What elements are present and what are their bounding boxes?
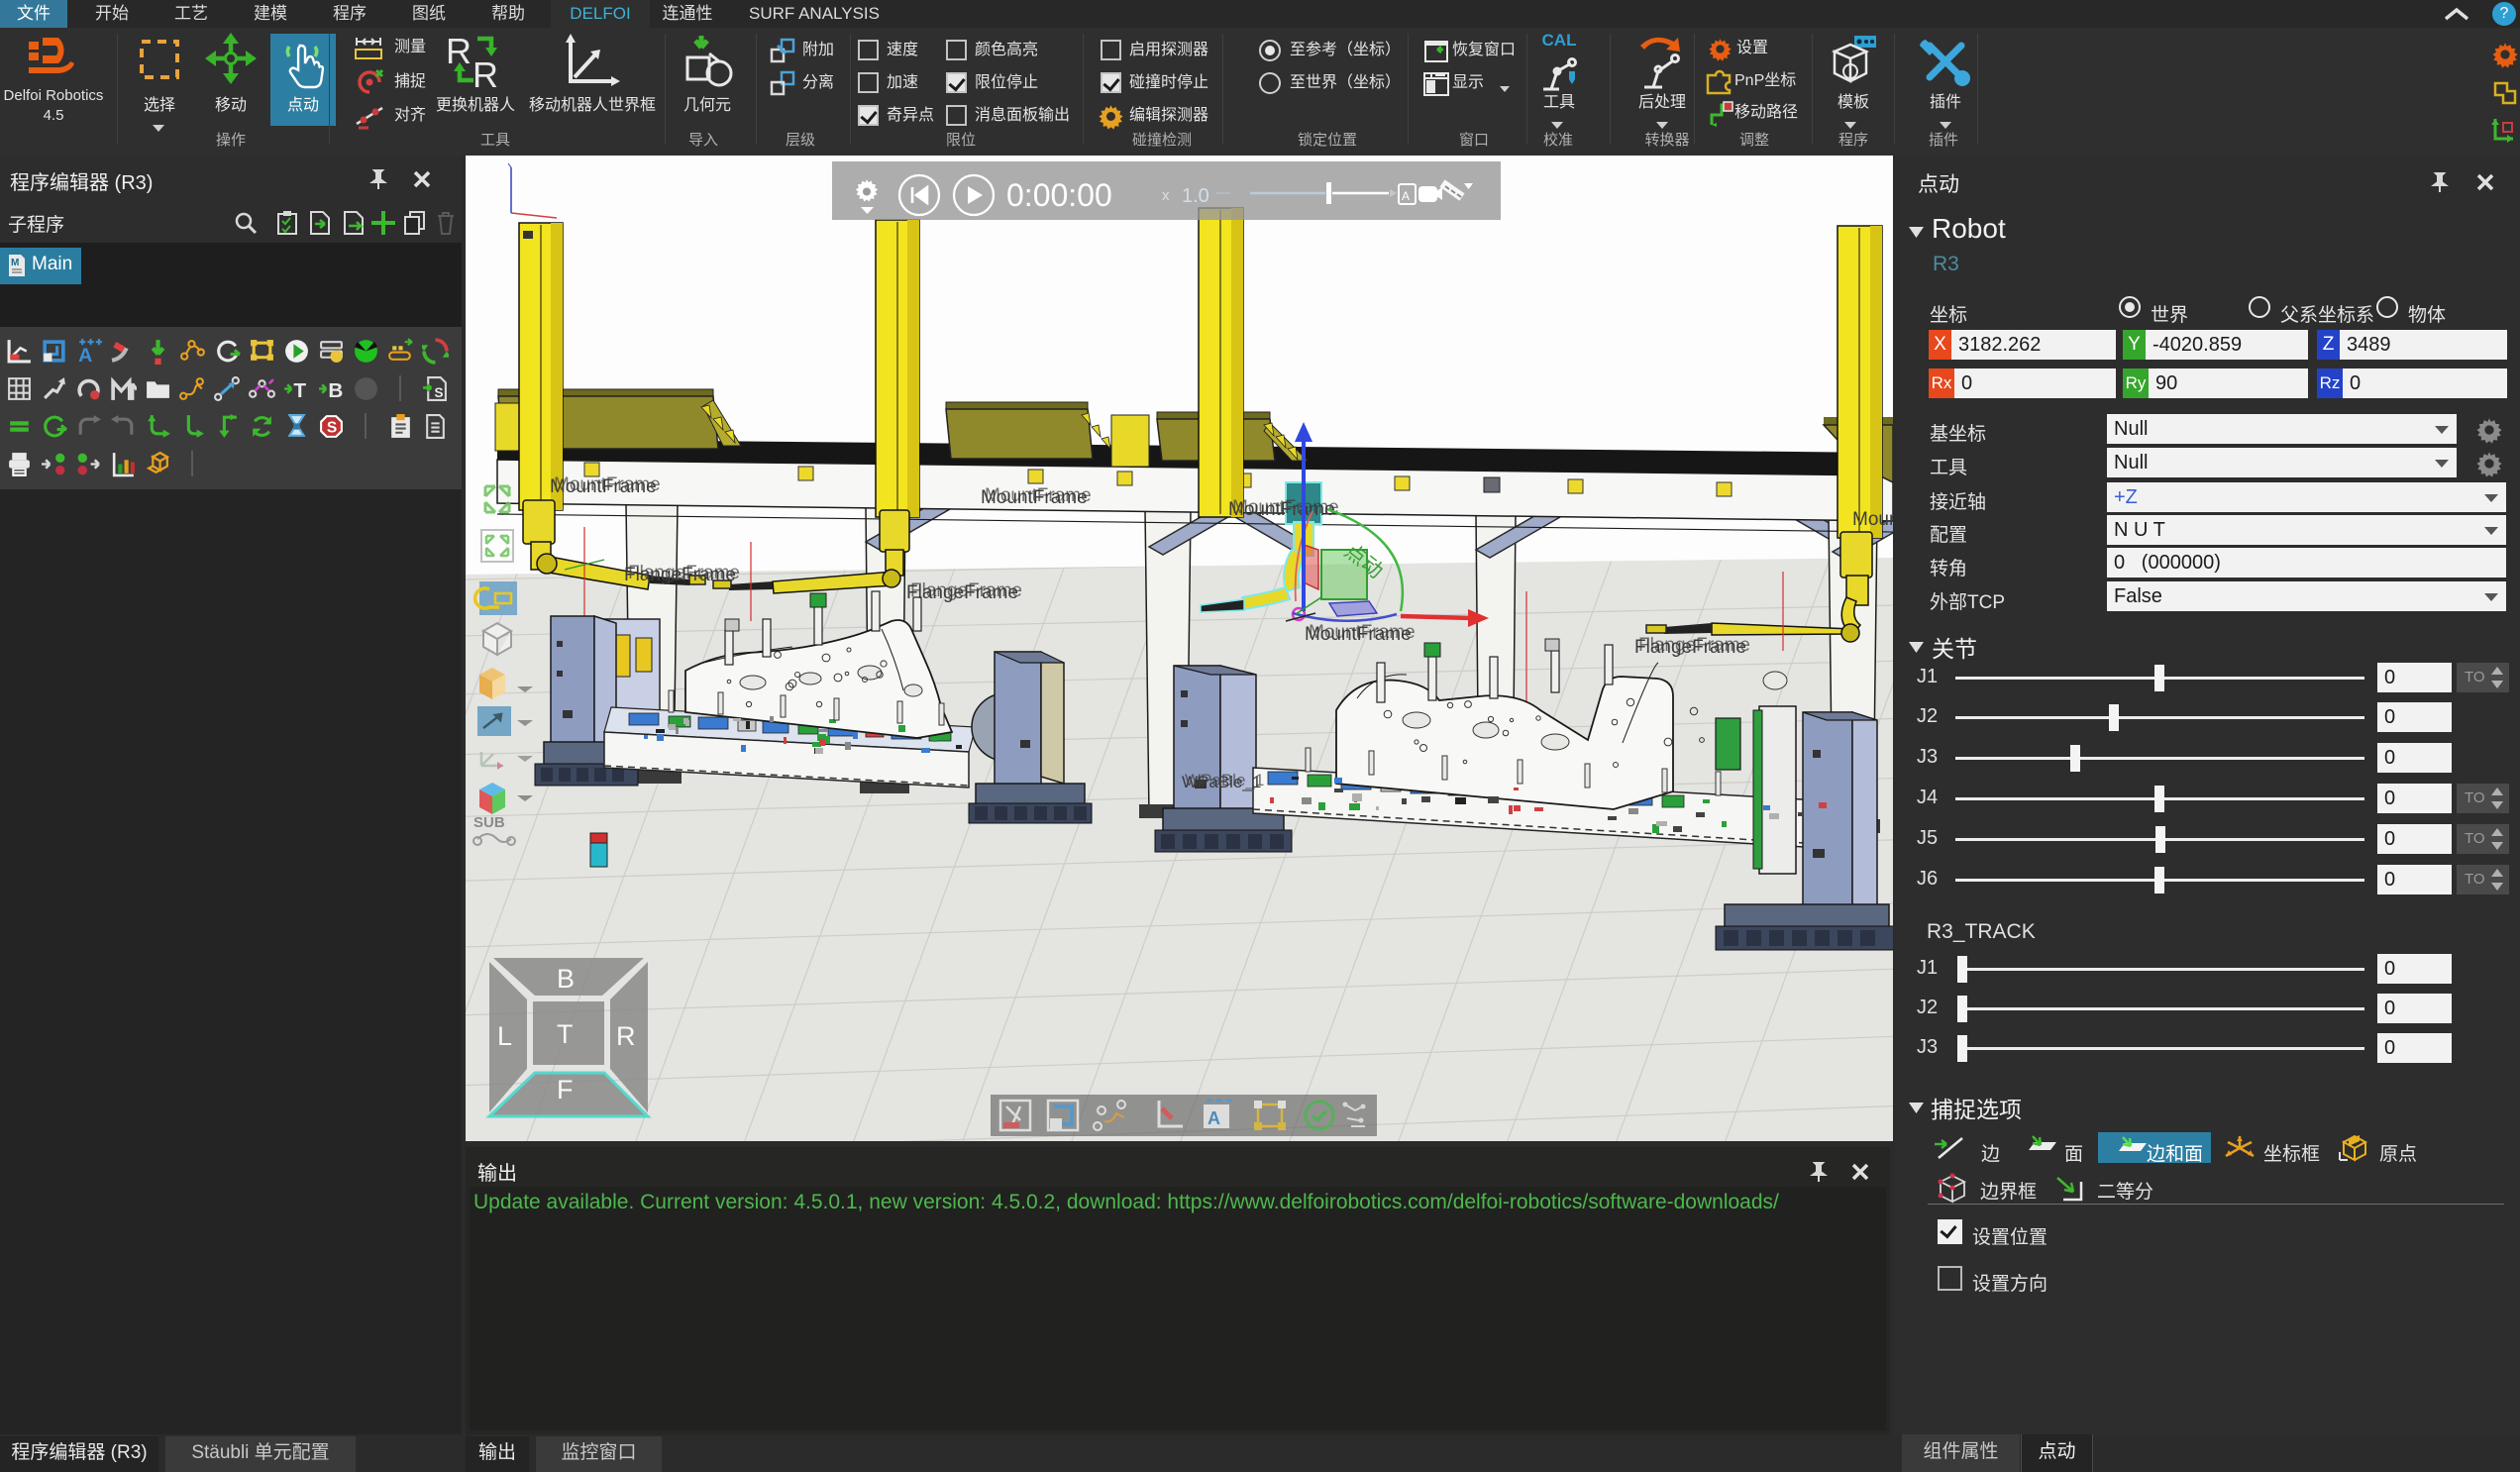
svg-text:T: T xyxy=(293,379,306,402)
svg-text:MountFrame: MountFrame xyxy=(985,485,1092,506)
svg-text:S: S xyxy=(434,385,443,400)
svg-text:R: R xyxy=(616,1021,636,1051)
svg-text:WPaBle_1: WPaBle_1 xyxy=(1185,771,1264,789)
svg-text:B: B xyxy=(328,379,343,402)
svg-text:F: F xyxy=(557,1075,574,1104)
svg-text:MountFrame: MountFrame xyxy=(554,474,661,495)
svg-text:MountFrame: MountFrame xyxy=(1309,622,1416,643)
svg-text:R: R xyxy=(472,54,498,89)
svg-text:A: A xyxy=(1208,1108,1220,1128)
svg-text:MountFrame: MountFrame xyxy=(1232,497,1339,518)
svg-text:L: L xyxy=(497,1021,512,1051)
svg-text:1.0: 1.0 xyxy=(1182,185,1209,207)
svg-text:FlangeFrame: FlangeFrame xyxy=(910,580,1022,601)
svg-text:0:00:00: 0:00:00 xyxy=(1006,177,1112,213)
svg-text:B: B xyxy=(557,964,575,994)
svg-text:x: x xyxy=(1162,187,1170,204)
svg-text:A: A xyxy=(78,345,92,365)
svg-text:A: A xyxy=(1402,189,1410,203)
svg-text:FlangeFrame: FlangeFrame xyxy=(628,563,740,583)
svg-text:M: M xyxy=(11,258,19,268)
svg-text:FlangeFrame: FlangeFrame xyxy=(1638,635,1750,656)
svg-text:S: S xyxy=(327,420,337,437)
svg-text:MountFra: MountFra xyxy=(1852,509,1893,530)
svg-text:T: T xyxy=(557,1019,574,1049)
svg-text:SUB: SUB xyxy=(473,814,505,831)
